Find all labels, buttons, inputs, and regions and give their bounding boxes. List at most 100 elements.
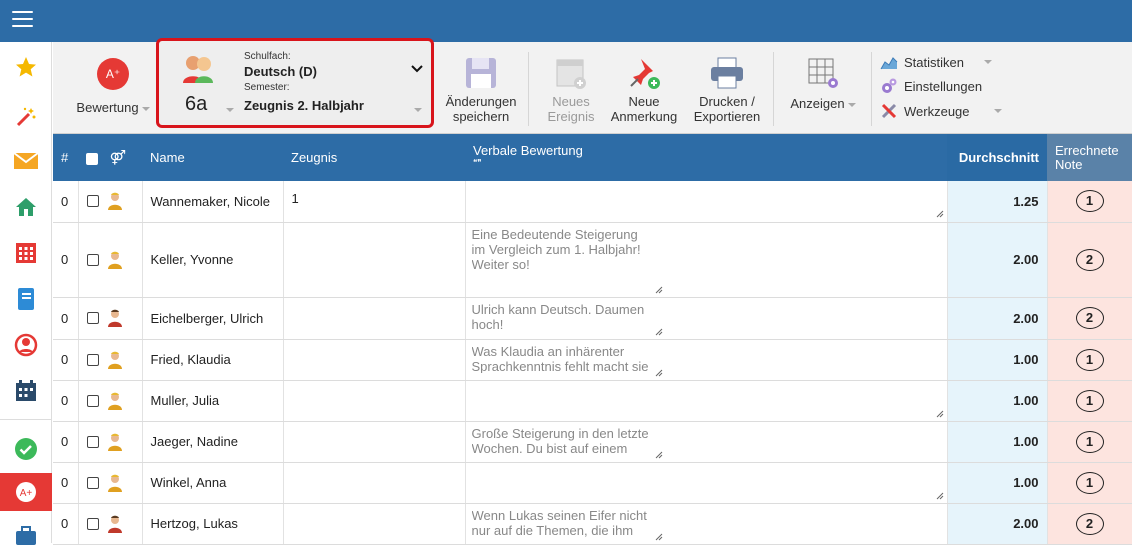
col-header-verbal[interactable]: Verbale Bewertung ❝❞ — [465, 134, 947, 181]
new-note-button[interactable]: Neue Anmerkung — [609, 56, 679, 124]
table-row[interactable]: 0 Wannemaker, Nicole 1 1.25 1 — [53, 181, 1132, 223]
calendar-grid-icon[interactable] — [0, 234, 52, 272]
verbal-textarea[interactable]: Eine Bedeutende Steigerung im Vergleich … — [466, 223, 947, 297]
zeugnis-input[interactable] — [283, 380, 466, 422]
zeugnis-input[interactable] — [283, 503, 466, 545]
verbal-textarea-cell[interactable]: Was Klaudia an inhärenter Sprachkenntnis… — [465, 339, 948, 381]
table-row[interactable]: 0 Keller, Yvonne Eine Bedeutende Steigerun… — [53, 222, 1132, 298]
zeugnis-input[interactable] — [283, 297, 466, 340]
verbal-textarea-cell[interactable] — [465, 181, 948, 223]
chevron-down-icon[interactable] — [411, 63, 423, 77]
verbal-textarea-cell[interactable]: Eine Bedeutende Steigerung im Vergleich … — [465, 222, 948, 298]
table-row[interactable]: 0 Winkel, Anna 1.00 1 — [53, 462, 1132, 504]
resize-handle-icon[interactable] — [936, 410, 944, 418]
verbal-textarea[interactable]: Was Klaudia an inhärenter Sprachkenntnis… — [466, 340, 947, 380]
verbal-textarea-cell[interactable]: Wenn Lukas seinen Eifer nicht nur auf di… — [465, 503, 948, 545]
verbal-textarea-cell[interactable] — [465, 462, 948, 504]
zeugnis-input[interactable] — [283, 339, 466, 381]
computed-grade[interactable]: 1 — [1075, 389, 1104, 412]
resize-handle-icon[interactable] — [655, 369, 663, 377]
computed-grade[interactable]: 2 — [1075, 307, 1104, 329]
zeugnis-input[interactable] — [283, 462, 466, 504]
row-checkbox[interactable] — [86, 476, 99, 489]
print-export-button[interactable]: Drucken / Exportieren — [689, 56, 765, 124]
verbal-textarea[interactable]: Große Steigerung in den letzte Wochen. D… — [466, 422, 947, 462]
student-name[interactable]: Winkel, Anna — [142, 462, 284, 504]
check-circle-icon[interactable] — [0, 430, 52, 468]
star-icon[interactable] — [0, 48, 52, 86]
computed-grade[interactable]: 2 — [1075, 248, 1104, 271]
row-checkbox[interactable] — [86, 195, 99, 208]
tools-menu[interactable]: Werkzeuge — [880, 101, 1020, 121]
resize-handle-icon[interactable] — [936, 210, 944, 218]
magic-wand-icon[interactable] — [0, 98, 52, 136]
resize-handle-icon[interactable] — [655, 286, 663, 294]
table-row[interactable]: 0 Eichelberger, Ulrich Ulrich kann Deutsch… — [53, 297, 1132, 340]
verbal-textarea-cell[interactable] — [465, 380, 948, 422]
row-checkbox[interactable] — [86, 394, 99, 407]
verbal-textarea[interactable] — [466, 181, 947, 221]
subject-semester-selector[interactable]: Schulfach: Deutsch (D) Semester: Zeugnis… — [156, 38, 434, 128]
table-row[interactable]: 0 Hertzog, Lukas Wenn Lukas seinen Eifer n… — [53, 503, 1132, 545]
verbal-textarea[interactable] — [466, 463, 947, 503]
new-event-button[interactable]: Neues Ereignis — [538, 56, 604, 124]
col-header-num[interactable]: # — [53, 134, 78, 181]
resize-handle-icon[interactable] — [655, 328, 663, 336]
user-profile-icon[interactable] — [0, 326, 52, 364]
row-checkbox[interactable] — [86, 517, 99, 530]
mail-icon[interactable] — [0, 142, 52, 180]
view-button[interactable]: Anzeigen — [783, 56, 863, 111]
verbal-textarea[interactable]: Wenn Lukas seinen Eifer nicht nur auf di… — [466, 504, 947, 544]
bewertung-button[interactable]: A⁺ Bewertung — [73, 58, 153, 115]
class-dropdown-caret-icon[interactable] — [223, 101, 234, 119]
col-header-zeugnis[interactable]: Zeugnis — [283, 134, 465, 181]
row-checkbox[interactable] — [86, 435, 99, 448]
notebook-icon[interactable] — [0, 280, 52, 318]
student-name[interactable]: Keller, Yvonne — [142, 222, 284, 298]
grading-icon[interactable]: A+ — [0, 473, 52, 511]
zeugnis-input[interactable] — [283, 222, 466, 298]
zeugnis-input[interactable] — [283, 421, 466, 463]
verbal-textarea[interactable]: Ulrich kann Deutsch. Daumen hoch! — [466, 298, 947, 339]
student-name[interactable]: Hertzog, Lukas — [142, 503, 284, 545]
home-icon[interactable] — [0, 188, 52, 226]
zeugnis-input[interactable]: 1 — [283, 181, 466, 223]
table-row[interactable]: 0 Fried, Klaudia Was Klaudia an inhärenter… — [53, 339, 1132, 381]
student-name[interactable]: Wannemaker, Nicole — [142, 181, 284, 223]
table-row[interactable]: 0 Jaeger, Nadine Große Steigerung in den l… — [53, 421, 1132, 463]
student-name[interactable]: Fried, Klaudia — [142, 339, 284, 381]
computed-grade[interactable]: 1 — [1075, 471, 1104, 494]
statistics-menu[interactable]: Statistiken — [880, 52, 1020, 72]
verbal-textarea-cell[interactable]: Große Steigerung in den letzte Wochen. D… — [465, 421, 948, 463]
row-checkbox[interactable] — [86, 312, 99, 324]
semester-value[interactable]: Zeugnis 2. Halbjahr — [244, 98, 364, 113]
table-row[interactable]: 0 Muller, Julia 1.00 1 — [53, 380, 1132, 422]
resize-handle-icon[interactable] — [936, 492, 944, 500]
resize-handle-icon[interactable] — [655, 533, 663, 541]
menu-icon[interactable] — [12, 11, 33, 29]
col-header-note[interactable]: Errechnete Note — [1047, 134, 1132, 181]
col-header-select[interactable]: ⚤ — [78, 134, 142, 181]
student-name[interactable]: Eichelberger, Ulrich — [142, 297, 284, 340]
computed-grade[interactable]: 1 — [1075, 430, 1104, 453]
semester-dropdown-caret-icon[interactable] — [411, 101, 422, 119]
class-value[interactable]: 6a — [185, 93, 207, 116]
computed-grade[interactable]: 2 — [1075, 512, 1104, 535]
calendar-icon[interactable] — [0, 372, 52, 410]
save-changes-button[interactable]: Änderungen speichern — [443, 56, 519, 124]
verbal-textarea-cell[interactable]: Ulrich kann Deutsch. Daumen hoch! — [465, 297, 948, 340]
col-header-avg[interactable]: Durchschnitt — [947, 134, 1047, 181]
computed-grade[interactable]: 1 — [1075, 190, 1104, 213]
student-name[interactable]: Jaeger, Nadine — [142, 421, 284, 463]
row-checkbox[interactable] — [86, 253, 99, 266]
briefcase-icon[interactable] — [0, 516, 52, 554]
verbal-textarea[interactable] — [466, 381, 947, 421]
col-header-name[interactable]: Name — [142, 134, 283, 181]
row-checkbox[interactable] — [86, 353, 99, 366]
select-all-checkbox[interactable] — [86, 152, 98, 165]
resize-handle-icon[interactable] — [655, 451, 663, 459]
settings-menu[interactable]: Einstellungen — [880, 76, 1020, 96]
computed-grade[interactable]: 1 — [1075, 348, 1104, 371]
schulfach-value[interactable]: Deutsch (D) — [244, 64, 317, 79]
student-name[interactable]: Muller, Julia — [142, 380, 284, 422]
